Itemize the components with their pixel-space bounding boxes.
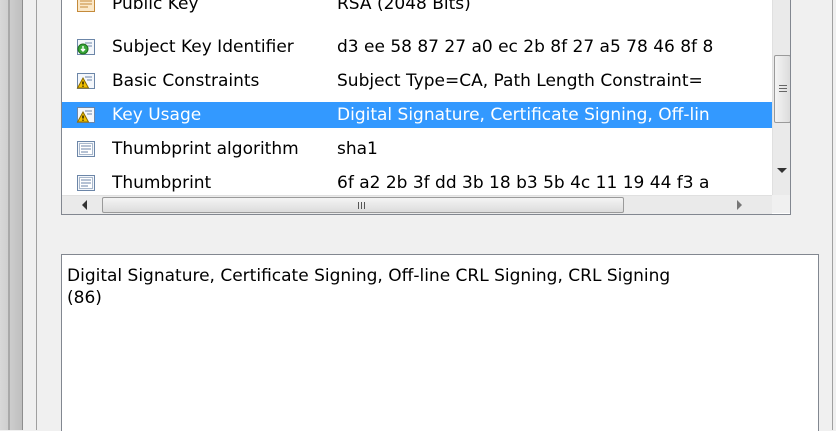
field-name: Subject Key Identifier	[112, 37, 294, 57]
scroll-down-arrow-icon[interactable]	[777, 168, 787, 173]
certificate-fields-list[interactable]: Public Key RSA (2048 Bits) Subject Key I…	[61, 0, 791, 215]
field-value: RSA (2048 Bits)	[337, 0, 471, 14]
dialog-border-right	[832, 0, 833, 430]
scrollbar-corner	[772, 195, 790, 213]
field-detail-text: Digital Signature, Certificate Signing, …	[67, 266, 671, 308]
scroll-right-arrow-icon[interactable]	[737, 200, 742, 210]
list-item[interactable]: Basic Constraints Subject Type=CA, Path …	[62, 68, 772, 94]
field-name: Key Usage	[112, 105, 202, 125]
critical-extension-warning-icon	[76, 105, 96, 125]
certificate-field-icon	[76, 0, 96, 14]
field-name: Thumbprint algorithm	[112, 139, 299, 159]
field-name: Public Key	[112, 0, 199, 14]
field-name: Basic Constraints	[112, 71, 260, 91]
list-item[interactable]: Public Key RSA (2048 Bits)	[62, 0, 772, 17]
grip-line	[779, 88, 787, 89]
field-value: Subject Type=CA, Path Length Constraint=	[337, 71, 703, 91]
field-value: Digital Signature, Certificate Signing, …	[337, 105, 710, 125]
list-rows: Public Key RSA (2048 Bits) Subject Key I…	[62, 0, 772, 195]
field-value: d3 ee 58 87 27 a0 ec 2b 8f 27 a5 78 46 8…	[337, 37, 714, 57]
list-item[interactable]: Subject Key Identifier d3 ee 58 87 27 a0…	[62, 34, 772, 60]
vertical-scroll-thumb[interactable]	[774, 55, 790, 123]
vertical-scrollbar[interactable]	[772, 0, 790, 195]
property-field-icon	[76, 139, 96, 159]
grip-line	[364, 202, 365, 209]
list-item[interactable]: Thumbprint algorithm sha1	[62, 136, 772, 162]
critical-extension-warning-icon	[76, 71, 96, 91]
list-item[interactable]: Thumbprint 6f a2 2b 3f dd 3b 18 b3 5b 4c…	[62, 170, 772, 195]
extension-field-icon	[76, 37, 96, 57]
field-value: 6f a2 2b 3f dd 3b 18 b3 5b 4c 11 19 44 f…	[337, 173, 710, 193]
horizontal-scrollbar[interactable]	[62, 195, 772, 214]
field-detail-textbox[interactable]: Digital Signature, Certificate Signing, …	[61, 254, 819, 431]
scroll-left-arrow-icon[interactable]	[82, 200, 87, 210]
window-frame-left	[0, 0, 23, 430]
field-value: sha1	[337, 139, 378, 159]
grip-line	[779, 91, 787, 92]
field-name: Thumbprint	[112, 173, 212, 193]
grip-line	[358, 202, 359, 209]
grip-line	[779, 85, 787, 86]
horizontal-scroll-thumb[interactable]	[102, 197, 624, 213]
list-item-selected[interactable]: Key Usage Digital Signature, Certificate…	[62, 102, 772, 128]
property-field-icon	[76, 173, 96, 193]
grip-line	[361, 202, 362, 209]
dialog-border	[36, 0, 37, 430]
